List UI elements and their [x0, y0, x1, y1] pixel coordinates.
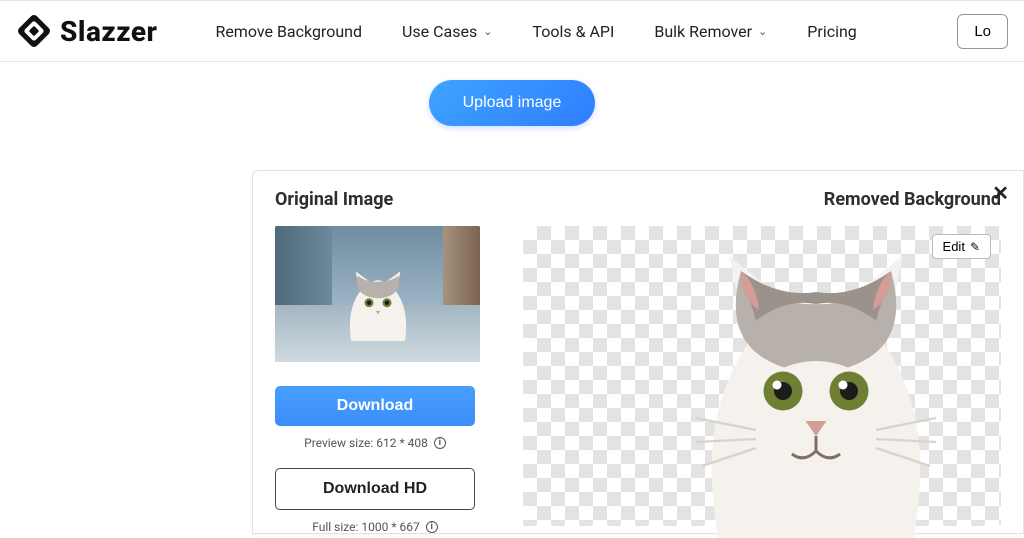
info-icon[interactable]: i — [434, 437, 446, 449]
original-image-heading: Original Image — [275, 189, 393, 210]
full-size-note: Full size: 1000 * 667 i — [275, 520, 475, 534]
preview-size-note: Preview size: 612 * 408 i — [275, 436, 475, 450]
nav-remove-background[interactable]: Remove Background — [215, 22, 362, 41]
removed-background-heading: Removed Background — [393, 189, 1001, 210]
nav-tools-api[interactable]: Tools & API — [532, 22, 614, 41]
removed-column: Edit ✎ — [515, 226, 1001, 526]
chevron-down-icon: ⌄ — [483, 25, 492, 38]
download-hd-button[interactable]: Download HD — [275, 468, 475, 510]
pencil-icon: ✎ — [970, 240, 980, 254]
brand-name: Slazzer — [60, 15, 157, 48]
info-icon[interactable]: i — [426, 521, 438, 533]
kitten-icon — [333, 260, 423, 350]
kitten-cutout-icon — [666, 238, 966, 538]
main-header: Slazzer Remove Background Use Cases ⌄ To… — [0, 0, 1024, 62]
nav-use-cases[interactable]: Use Cases ⌄ — [402, 22, 492, 41]
primary-nav: Remove Background Use Cases ⌄ Tools & AP… — [195, 22, 949, 41]
upload-image-button[interactable]: Upload image — [429, 80, 596, 126]
nav-pricing[interactable]: Pricing — [807, 22, 857, 41]
brand-logo[interactable]: Slazzer — [14, 11, 157, 51]
result-card: ✕ Original Image Removed Background — [252, 170, 1024, 534]
chevron-down-icon: ⌄ — [758, 25, 767, 38]
brand-mark-icon — [14, 11, 54, 51]
result-image-area: Edit ✎ — [523, 226, 1001, 526]
close-icon[interactable]: ✕ — [992, 181, 1009, 205]
upload-bar: Upload image — [0, 62, 1024, 148]
nav-bulk-remover[interactable]: Bulk Remover ⌄ — [654, 22, 767, 41]
login-button[interactable]: Lo — [957, 14, 1008, 49]
original-image-thumbnail[interactable] — [275, 226, 480, 362]
original-column: Download Preview size: 612 * 408 i Downl… — [275, 226, 485, 534]
download-preview-button[interactable]: Download — [275, 386, 475, 426]
